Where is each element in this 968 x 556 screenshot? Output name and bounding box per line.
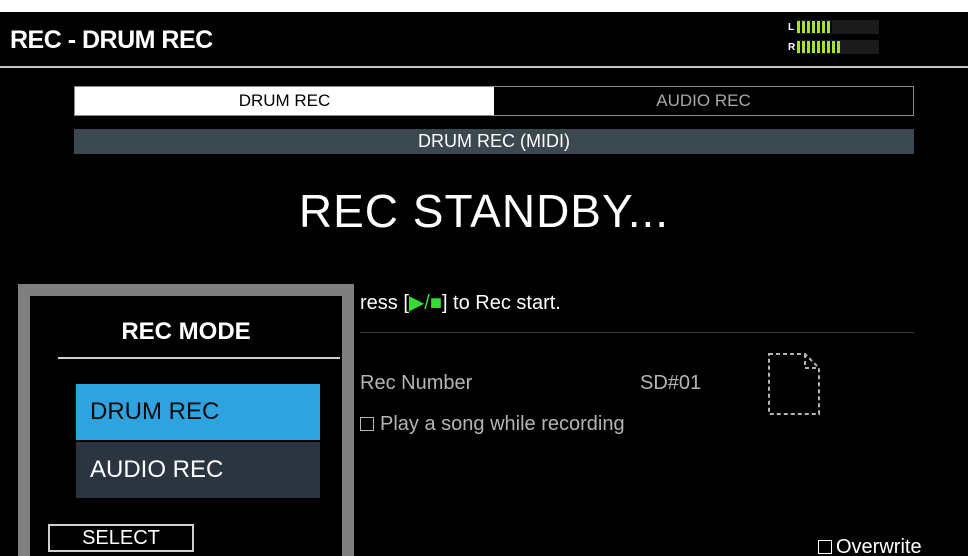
rec-standby-status: REC STANDBY... <box>298 185 670 237</box>
drum-rec-screen: REC - DRUM REC L R DRUM REC AUDIO REC DR… <box>0 12 968 556</box>
option-drum-rec[interactable]: DRUM REC <box>76 384 320 440</box>
rec-mode-bar: DRUM REC (MIDI) <box>74 129 914 154</box>
meter-left-track <box>797 20 879 34</box>
play-song-label: Play a song while recording <box>380 413 625 435</box>
overwrite-label: Overwrite <box>836 536 922 556</box>
instruction-prefix: ress [ <box>360 292 409 314</box>
meter-left-label: L <box>788 21 795 33</box>
tab-audio-rec[interactable]: AUDIO REC <box>494 87 913 115</box>
file-icon <box>768 353 820 415</box>
play-song-checkbox[interactable] <box>360 417 374 431</box>
rec-instruction: ress [▶/■] to Rec start. <box>360 290 561 315</box>
divider <box>360 332 914 333</box>
level-meter-left: L <box>788 20 879 34</box>
option-audio-rec[interactable]: AUDIO REC <box>76 442 320 498</box>
meter-right-fill <box>797 41 840 53</box>
rec-tabs: DRUM REC AUDIO REC <box>74 86 914 116</box>
rec-mode-popup: REC MODE DRUM REC AUDIO REC SELECT <box>18 284 354 556</box>
rec-number-value: SD#01 <box>640 372 702 394</box>
meter-left-fill <box>797 21 833 33</box>
popup-title: REC MODE <box>121 318 251 345</box>
page-title: REC - DRUM REC <box>10 26 213 54</box>
play-song-option[interactable]: Play a song while recording <box>360 413 625 436</box>
instruction-suffix: ] to Rec start. <box>441 292 561 314</box>
level-meter-right: R <box>788 40 879 54</box>
popup-divider <box>58 357 340 359</box>
overwrite-checkbox[interactable] <box>818 540 832 554</box>
rec-number-label: Rec Number <box>360 372 473 394</box>
meter-right-track <box>797 40 879 54</box>
play-stop-icon: ▶/■ <box>408 292 442 314</box>
overwrite-option[interactable]: Overwrite <box>818 536 922 556</box>
tab-drum-rec[interactable]: DRUM REC <box>75 87 494 115</box>
meter-right-label: R <box>788 41 796 53</box>
select-button[interactable]: SELECT <box>48 524 194 552</box>
header-bar: REC - DRUM REC L R <box>0 12 968 68</box>
